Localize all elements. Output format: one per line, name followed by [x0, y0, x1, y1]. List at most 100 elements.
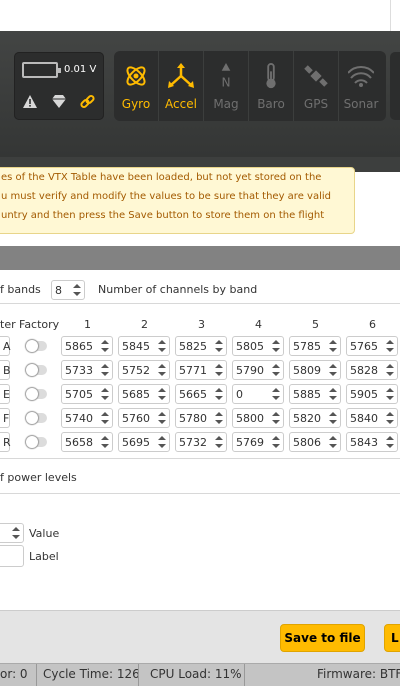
channel-frequency-input[interactable]: 5840	[346, 408, 398, 428]
channel-frequency-input[interactable]: 5843	[346, 432, 398, 452]
sensor-label: GPS	[303, 97, 329, 111]
channel-frequency-input[interactable]: 5765	[346, 336, 398, 356]
band-letter-input[interactable]: A	[0, 336, 11, 356]
factory-toggle[interactable]	[26, 436, 47, 448]
factory-toggle[interactable]	[26, 412, 47, 424]
warning-icon	[23, 95, 37, 111]
stepper-arrows-icon[interactable]	[101, 387, 109, 401]
stepper-arrows-icon[interactable]	[215, 411, 223, 425]
bottom-toolbar: Save to file L	[0, 610, 400, 664]
channel-frequency-input[interactable]: 5785	[289, 336, 341, 356]
stepper-arrows-icon[interactable]	[101, 339, 109, 353]
channel-frequency-input[interactable]: 5809	[289, 360, 341, 380]
channel-frequency-input[interactable]: 5845	[118, 336, 170, 356]
link-icon[interactable]	[80, 94, 95, 112]
stepper-arrows-icon[interactable]	[329, 435, 337, 449]
stepper-arrows-icon[interactable]	[329, 339, 337, 353]
power-label-input[interactable]	[0, 545, 24, 567]
load-button[interactable]: L	[384, 624, 400, 652]
stepper-arrows-icon[interactable]	[329, 363, 337, 377]
channel-frequency-input[interactable]: 5771	[175, 360, 227, 380]
channel-frequency-input[interactable]: 5760	[118, 408, 170, 428]
column-header-letter: ter	[0, 318, 16, 331]
channel-frequency-value: 5765	[350, 340, 378, 353]
header-right-button[interactable]	[390, 52, 400, 120]
channel-frequency-input[interactable]: 5805	[232, 336, 284, 356]
gps-icon	[304, 65, 328, 87]
stepper-arrows-icon[interactable]	[101, 411, 109, 425]
channel-frequency-value: 5780	[179, 412, 207, 425]
channel-frequency-input[interactable]: 5685	[118, 384, 170, 404]
channel-frequency-input[interactable]: 5780	[175, 408, 227, 428]
stepper-arrows-icon[interactable]	[272, 411, 280, 425]
column-header-channel: 3	[198, 318, 205, 331]
stepper-arrows-icon[interactable]	[386, 363, 394, 377]
channel-frequency-input[interactable]: 5740	[61, 408, 113, 428]
stepper-arrows-icon[interactable]	[386, 435, 394, 449]
channel-frequency-input[interactable]: 5820	[289, 408, 341, 428]
power-value-stepper[interactable]	[0, 523, 24, 543]
save-to-file-button[interactable]: Save to file	[280, 624, 365, 652]
band-letter-input[interactable]: R	[0, 432, 11, 452]
channel-frequency-input[interactable]: 5769	[232, 432, 284, 452]
bands-count-label: f bands	[0, 283, 41, 296]
status-errors: or: 0	[0, 667, 28, 681]
channel-frequency-input[interactable]: 5658	[61, 432, 113, 452]
stepper-arrows-icon[interactable]	[272, 363, 280, 377]
factory-toggle[interactable]	[26, 364, 47, 376]
channel-frequency-input[interactable]: 5695	[118, 432, 170, 452]
sensor-label: Mag	[213, 97, 239, 111]
factory-toggle[interactable]	[26, 388, 47, 400]
warning-line: untry and then press the Save button to …	[1, 210, 325, 221]
channel-frequency-input[interactable]: 5885	[289, 384, 341, 404]
bands-count-stepper[interactable]: 8	[51, 280, 85, 300]
channel-frequency-input[interactable]: 5800	[232, 408, 284, 428]
band-letter-input[interactable]: E	[0, 384, 10, 404]
channel-frequency-input[interactable]: 5790	[232, 360, 284, 380]
stepper-arrows-icon[interactable]	[272, 339, 280, 353]
sensor-label: Accel	[165, 97, 197, 111]
stepper-arrows-icon[interactable]	[386, 387, 394, 401]
stepper-arrows-icon[interactable]	[215, 339, 223, 353]
stepper-arrows-icon[interactable]	[158, 363, 166, 377]
channel-frequency-input[interactable]: 5825	[175, 336, 227, 356]
sensor-label: Sonar	[343, 97, 379, 111]
channel-frequency-input[interactable]: 5905	[346, 384, 398, 404]
stepper-arrows-icon[interactable]	[101, 363, 109, 377]
stepper-arrows-icon[interactable]	[158, 411, 166, 425]
channel-frequency-input[interactable]: 5828	[346, 360, 398, 380]
channel-frequency-input[interactable]: 5705	[61, 384, 113, 404]
band-letter-value: E	[3, 388, 10, 401]
channel-frequency-input[interactable]: 5732	[175, 432, 227, 452]
channel-frequency-value: 5752	[122, 364, 150, 377]
stepper-arrows-icon[interactable]	[329, 387, 337, 401]
stepper-arrows-icon[interactable]	[158, 435, 166, 449]
stepper-arrows-icon[interactable]	[272, 435, 280, 449]
band-letter-input[interactable]: F	[0, 408, 10, 428]
channel-frequency-input[interactable]: 5865	[61, 336, 113, 356]
stepper-arrows-icon[interactable]	[158, 387, 166, 401]
stepper-arrows-icon[interactable]	[329, 411, 337, 425]
stepper-arrows-icon[interactable]	[386, 411, 394, 425]
diamond-icon	[52, 95, 66, 111]
channel-frequency-input[interactable]: 5806	[289, 432, 341, 452]
channel-frequency-value: 5905	[350, 388, 378, 401]
channel-frequency-input[interactable]: 5733	[61, 360, 113, 380]
channel-frequency-input[interactable]: 0	[232, 384, 284, 404]
sensor-label: Gyro	[121, 97, 151, 111]
band-letter-input[interactable]: B	[0, 360, 11, 380]
sensor-gyro: Gyro	[114, 51, 159, 121]
stepper-arrows-icon[interactable]	[12, 526, 20, 540]
stepper-arrows-icon[interactable]	[215, 435, 223, 449]
stepper-arrows-icon[interactable]	[215, 387, 223, 401]
channel-frequency-input[interactable]: 5665	[175, 384, 227, 404]
stepper-arrows-icon[interactable]	[158, 339, 166, 353]
stepper-arrows-icon[interactable]	[101, 435, 109, 449]
channel-frequency-input[interactable]: 5752	[118, 360, 170, 380]
stepper-arrows-icon[interactable]	[73, 283, 81, 297]
stepper-arrows-icon[interactable]	[272, 387, 280, 401]
factory-toggle[interactable]	[26, 340, 47, 352]
stepper-arrows-icon[interactable]	[386, 339, 394, 353]
channel-frequency-value: 5809	[293, 364, 321, 377]
stepper-arrows-icon[interactable]	[215, 363, 223, 377]
